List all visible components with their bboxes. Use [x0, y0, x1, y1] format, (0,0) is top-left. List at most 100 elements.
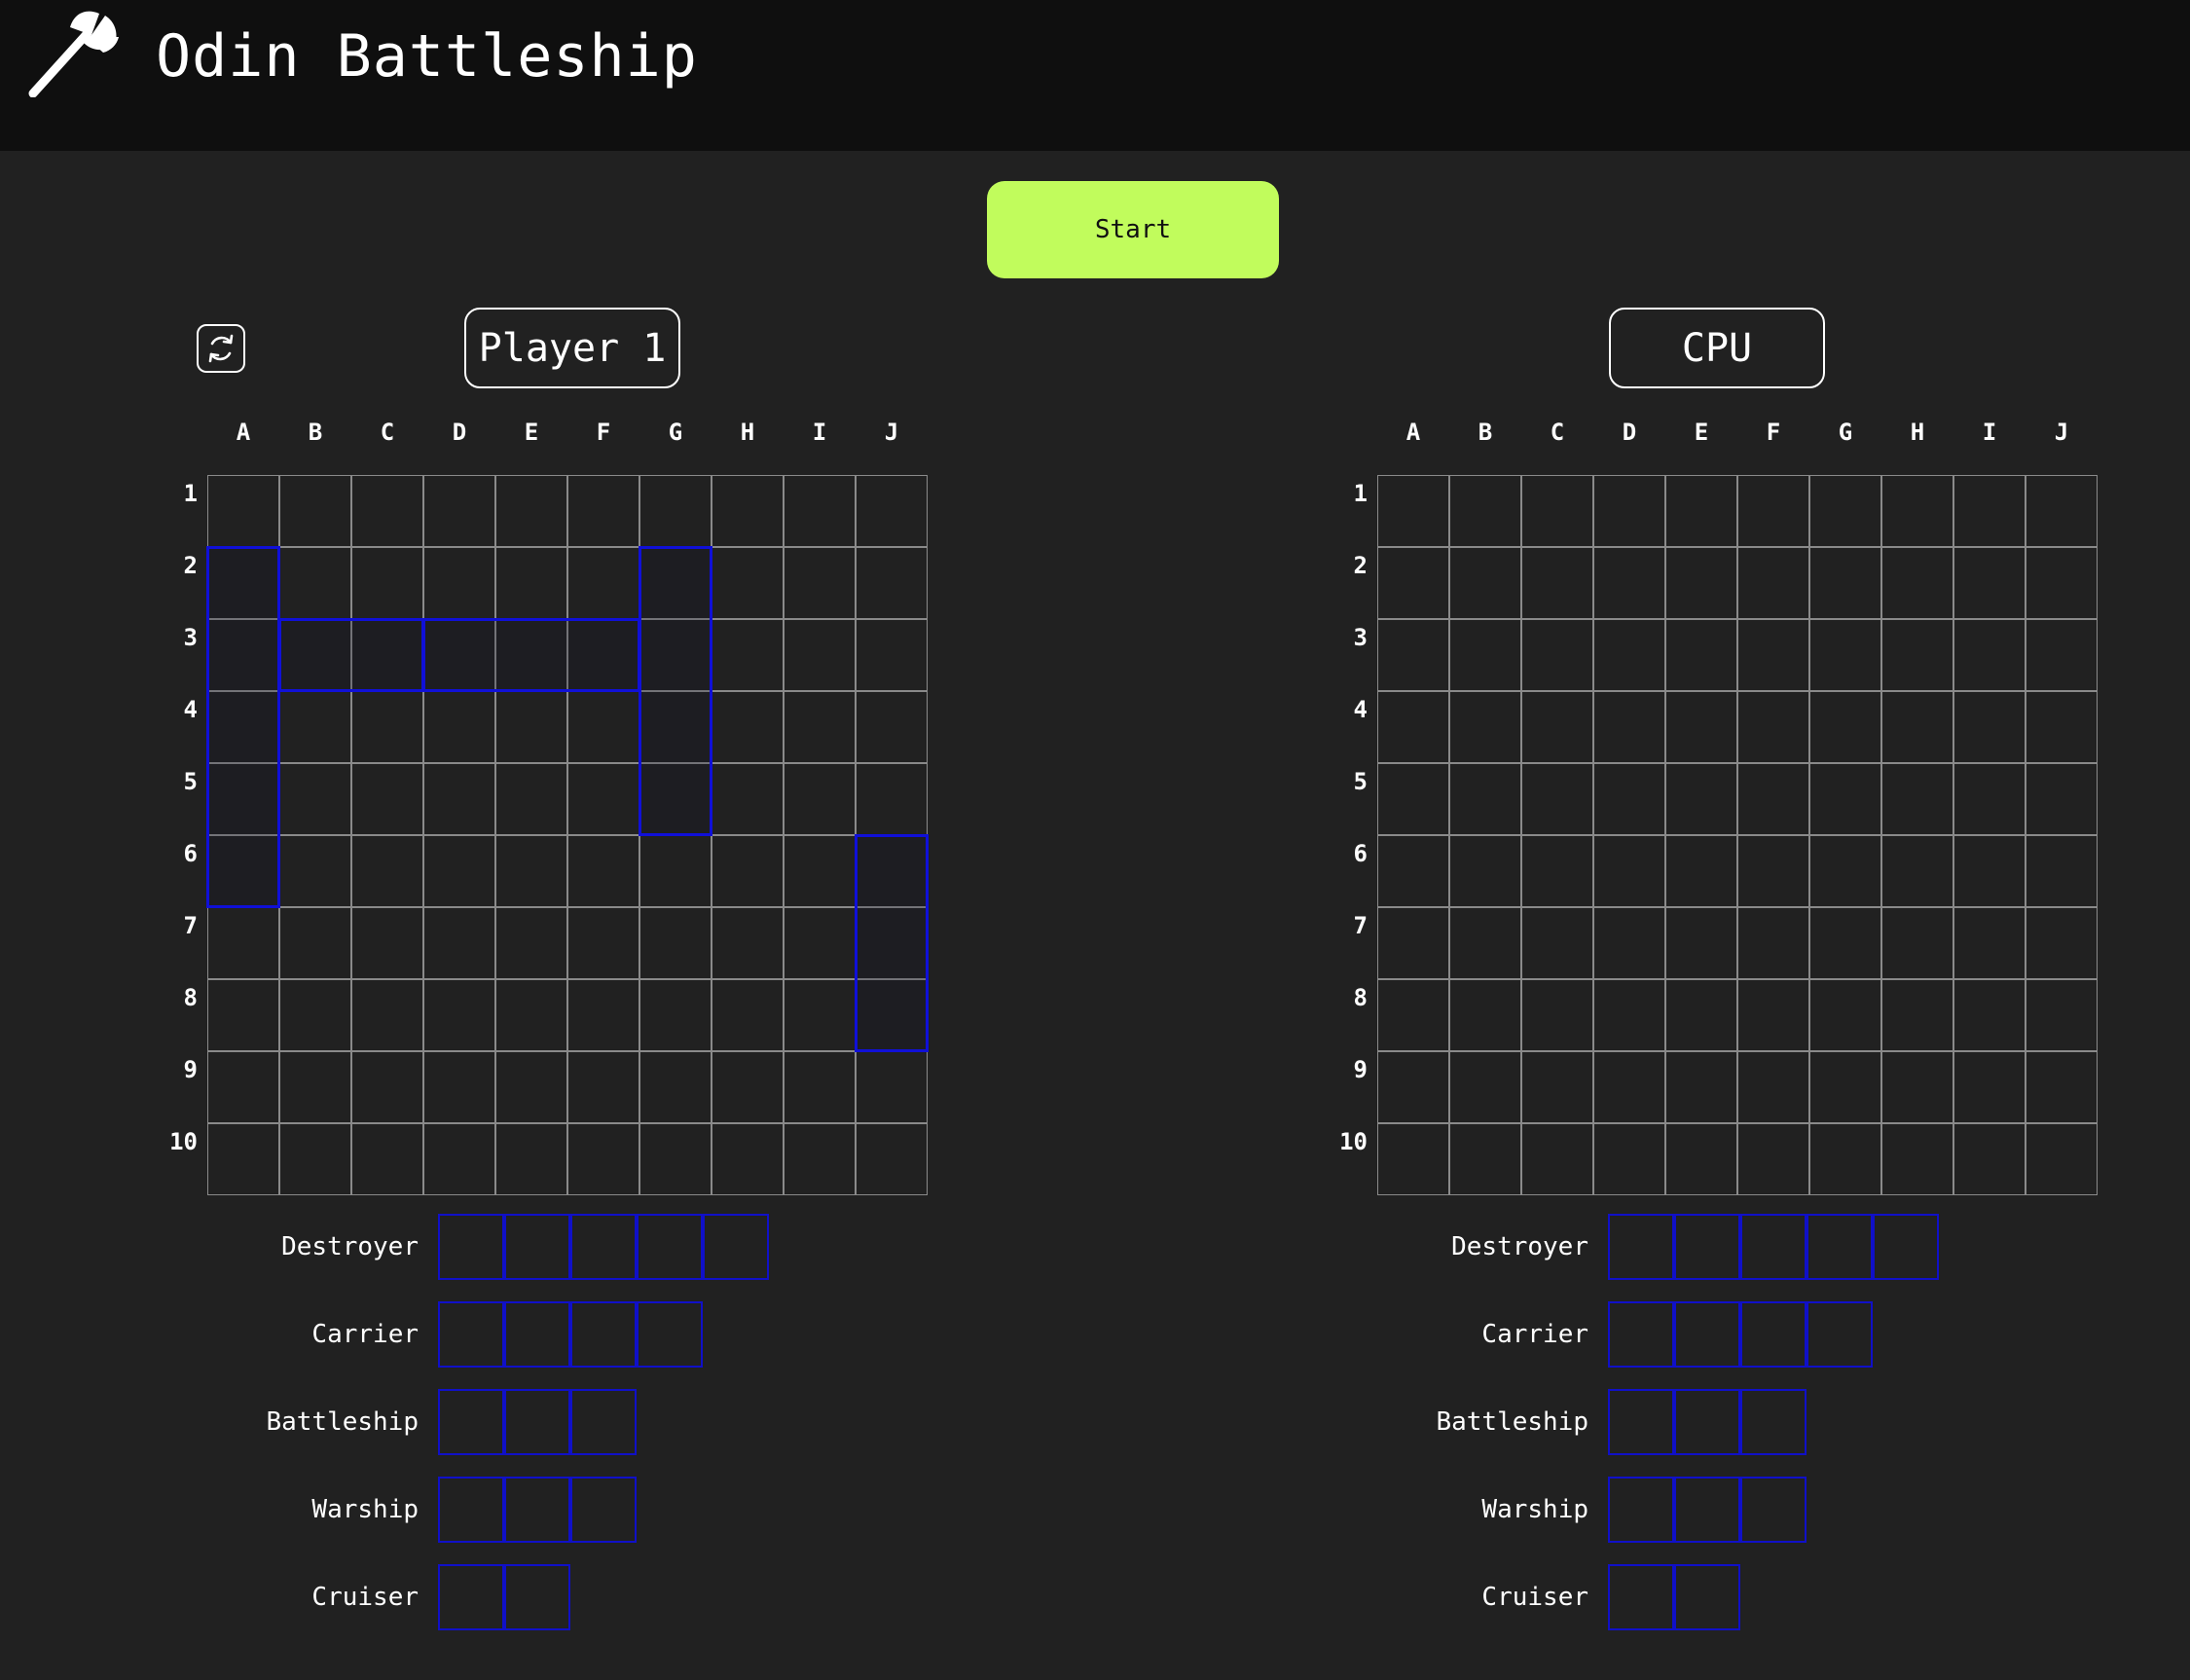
grid-cell-F3[interactable] [567, 619, 639, 691]
grid-cell-I3[interactable] [784, 619, 856, 691]
grid-cell-I9[interactable] [784, 1051, 856, 1123]
grid-cell-E1[interactable] [495, 475, 567, 547]
grid-cell-H7[interactable] [712, 907, 784, 979]
grid-cell-J10[interactable] [856, 1123, 928, 1195]
grid-cell-A8[interactable] [1377, 979, 1449, 1051]
grid-cell-B6[interactable] [1449, 835, 1521, 907]
fleet-ship-segment[interactable] [438, 1564, 504, 1630]
grid-cell-H3[interactable] [1881, 619, 1953, 691]
grid-cell-H8[interactable] [712, 979, 784, 1051]
grid-cell-G6[interactable] [639, 835, 712, 907]
grid-cell-I5[interactable] [784, 763, 856, 835]
grid-cell-E4[interactable] [495, 691, 567, 763]
grid-cell-D3[interactable] [423, 619, 495, 691]
grid-cell-C1[interactable] [1521, 475, 1593, 547]
fleet-ship-segment[interactable] [1674, 1564, 1740, 1630]
grid-cell-C8[interactable] [351, 979, 423, 1051]
grid-cell-J2[interactable] [2026, 547, 2098, 619]
grid-cell-H1[interactable] [1881, 475, 1953, 547]
grid-cell-A2[interactable] [207, 547, 279, 619]
grid-cell-E6[interactable] [1665, 835, 1737, 907]
grid-cell-A6[interactable] [207, 835, 279, 907]
grid-cell-A9[interactable] [207, 1051, 279, 1123]
fleet-ship-segment[interactable] [1608, 1301, 1674, 1368]
grid-cell-C1[interactable] [351, 475, 423, 547]
grid-cell-J6[interactable] [856, 835, 928, 907]
fleet-ship-segment[interactable] [438, 1389, 504, 1455]
grid-cell-D2[interactable] [423, 547, 495, 619]
grid-cell-C3[interactable] [351, 619, 423, 691]
grid-cell-C3[interactable] [1521, 619, 1593, 691]
grid-cell-C6[interactable] [351, 835, 423, 907]
grid-cell-E7[interactable] [1665, 907, 1737, 979]
grid-cell-D7[interactable] [1593, 907, 1665, 979]
grid-cell-G10[interactable] [639, 1123, 712, 1195]
fleet-ship-segment[interactable] [438, 1301, 504, 1368]
grid-cell-E8[interactable] [1665, 979, 1737, 1051]
grid-cell-F9[interactable] [567, 1051, 639, 1123]
start-button[interactable]: Start [987, 181, 1279, 278]
grid-cell-H2[interactable] [712, 547, 784, 619]
grid-cell-D9[interactable] [423, 1051, 495, 1123]
grid-cell-I6[interactable] [1953, 835, 2026, 907]
grid-cell-F10[interactable] [1737, 1123, 1809, 1195]
fleet-ship-segment[interactable] [504, 1477, 570, 1543]
grid-cell-D5[interactable] [423, 763, 495, 835]
grid-cell-J9[interactable] [856, 1051, 928, 1123]
grid-cell-I7[interactable] [784, 907, 856, 979]
randomize-button[interactable] [197, 324, 245, 373]
grid-cell-H1[interactable] [712, 475, 784, 547]
grid-cell-H2[interactable] [1881, 547, 1953, 619]
fleet-ship-segment[interactable] [703, 1214, 769, 1280]
grid-cell-C5[interactable] [351, 763, 423, 835]
grid-cell-F7[interactable] [567, 907, 639, 979]
grid-cell-J7[interactable] [2026, 907, 2098, 979]
grid-cell-I3[interactable] [1953, 619, 2026, 691]
grid-cell-C9[interactable] [351, 1051, 423, 1123]
grid-cell-B3[interactable] [279, 619, 351, 691]
grid-cell-F4[interactable] [567, 691, 639, 763]
grid-cell-A9[interactable] [1377, 1051, 1449, 1123]
grid-cell-H4[interactable] [1881, 691, 1953, 763]
grid-cell-C5[interactable] [1521, 763, 1593, 835]
grid-cell-D10[interactable] [423, 1123, 495, 1195]
grid-cell-E2[interactable] [495, 547, 567, 619]
grid-cell-A2[interactable] [1377, 547, 1449, 619]
grid-cell-F10[interactable] [567, 1123, 639, 1195]
grid-cell-A4[interactable] [207, 691, 279, 763]
grid-cell-H7[interactable] [1881, 907, 1953, 979]
grid-cell-H5[interactable] [1881, 763, 1953, 835]
grid-cell-J1[interactable] [2026, 475, 2098, 547]
grid-cell-B8[interactable] [1449, 979, 1521, 1051]
grid-cell-B8[interactable] [279, 979, 351, 1051]
grid-cell-F9[interactable] [1737, 1051, 1809, 1123]
fleet-ship-segment[interactable] [1740, 1214, 1807, 1280]
grid-cell-J7[interactable] [856, 907, 928, 979]
grid-cell-H4[interactable] [712, 691, 784, 763]
fleet-ship-segment[interactable] [570, 1301, 637, 1368]
fleet-ship-segment[interactable] [1608, 1389, 1674, 1455]
fleet-ship-segment[interactable] [1608, 1214, 1674, 1280]
grid-cell-A1[interactable] [1377, 475, 1449, 547]
fleet-ship-segment[interactable] [1608, 1477, 1674, 1543]
grid-cell-I7[interactable] [1953, 907, 2026, 979]
fleet-ship-segment[interactable] [570, 1477, 637, 1543]
grid-cell-C2[interactable] [1521, 547, 1593, 619]
fleet-ship-segment[interactable] [1674, 1214, 1740, 1280]
grid-cell-I1[interactable] [784, 475, 856, 547]
grid-cell-A5[interactable] [1377, 763, 1449, 835]
grid-cell-B3[interactable] [1449, 619, 1521, 691]
grid-cell-J9[interactable] [2026, 1051, 2098, 1123]
grid-cell-G9[interactable] [639, 1051, 712, 1123]
fleet-ship-segment[interactable] [1807, 1214, 1873, 1280]
grid-cell-A6[interactable] [1377, 835, 1449, 907]
grid-cell-C7[interactable] [351, 907, 423, 979]
grid-cell-F7[interactable] [1737, 907, 1809, 979]
grid-cell-H10[interactable] [1881, 1123, 1953, 1195]
grid-cell-H3[interactable] [712, 619, 784, 691]
grid-cell-B9[interactable] [1449, 1051, 1521, 1123]
fleet-ship-segment[interactable] [504, 1214, 570, 1280]
grid-cell-J3[interactable] [2026, 619, 2098, 691]
grid-cell-E4[interactable] [1665, 691, 1737, 763]
grid-cell-H5[interactable] [712, 763, 784, 835]
